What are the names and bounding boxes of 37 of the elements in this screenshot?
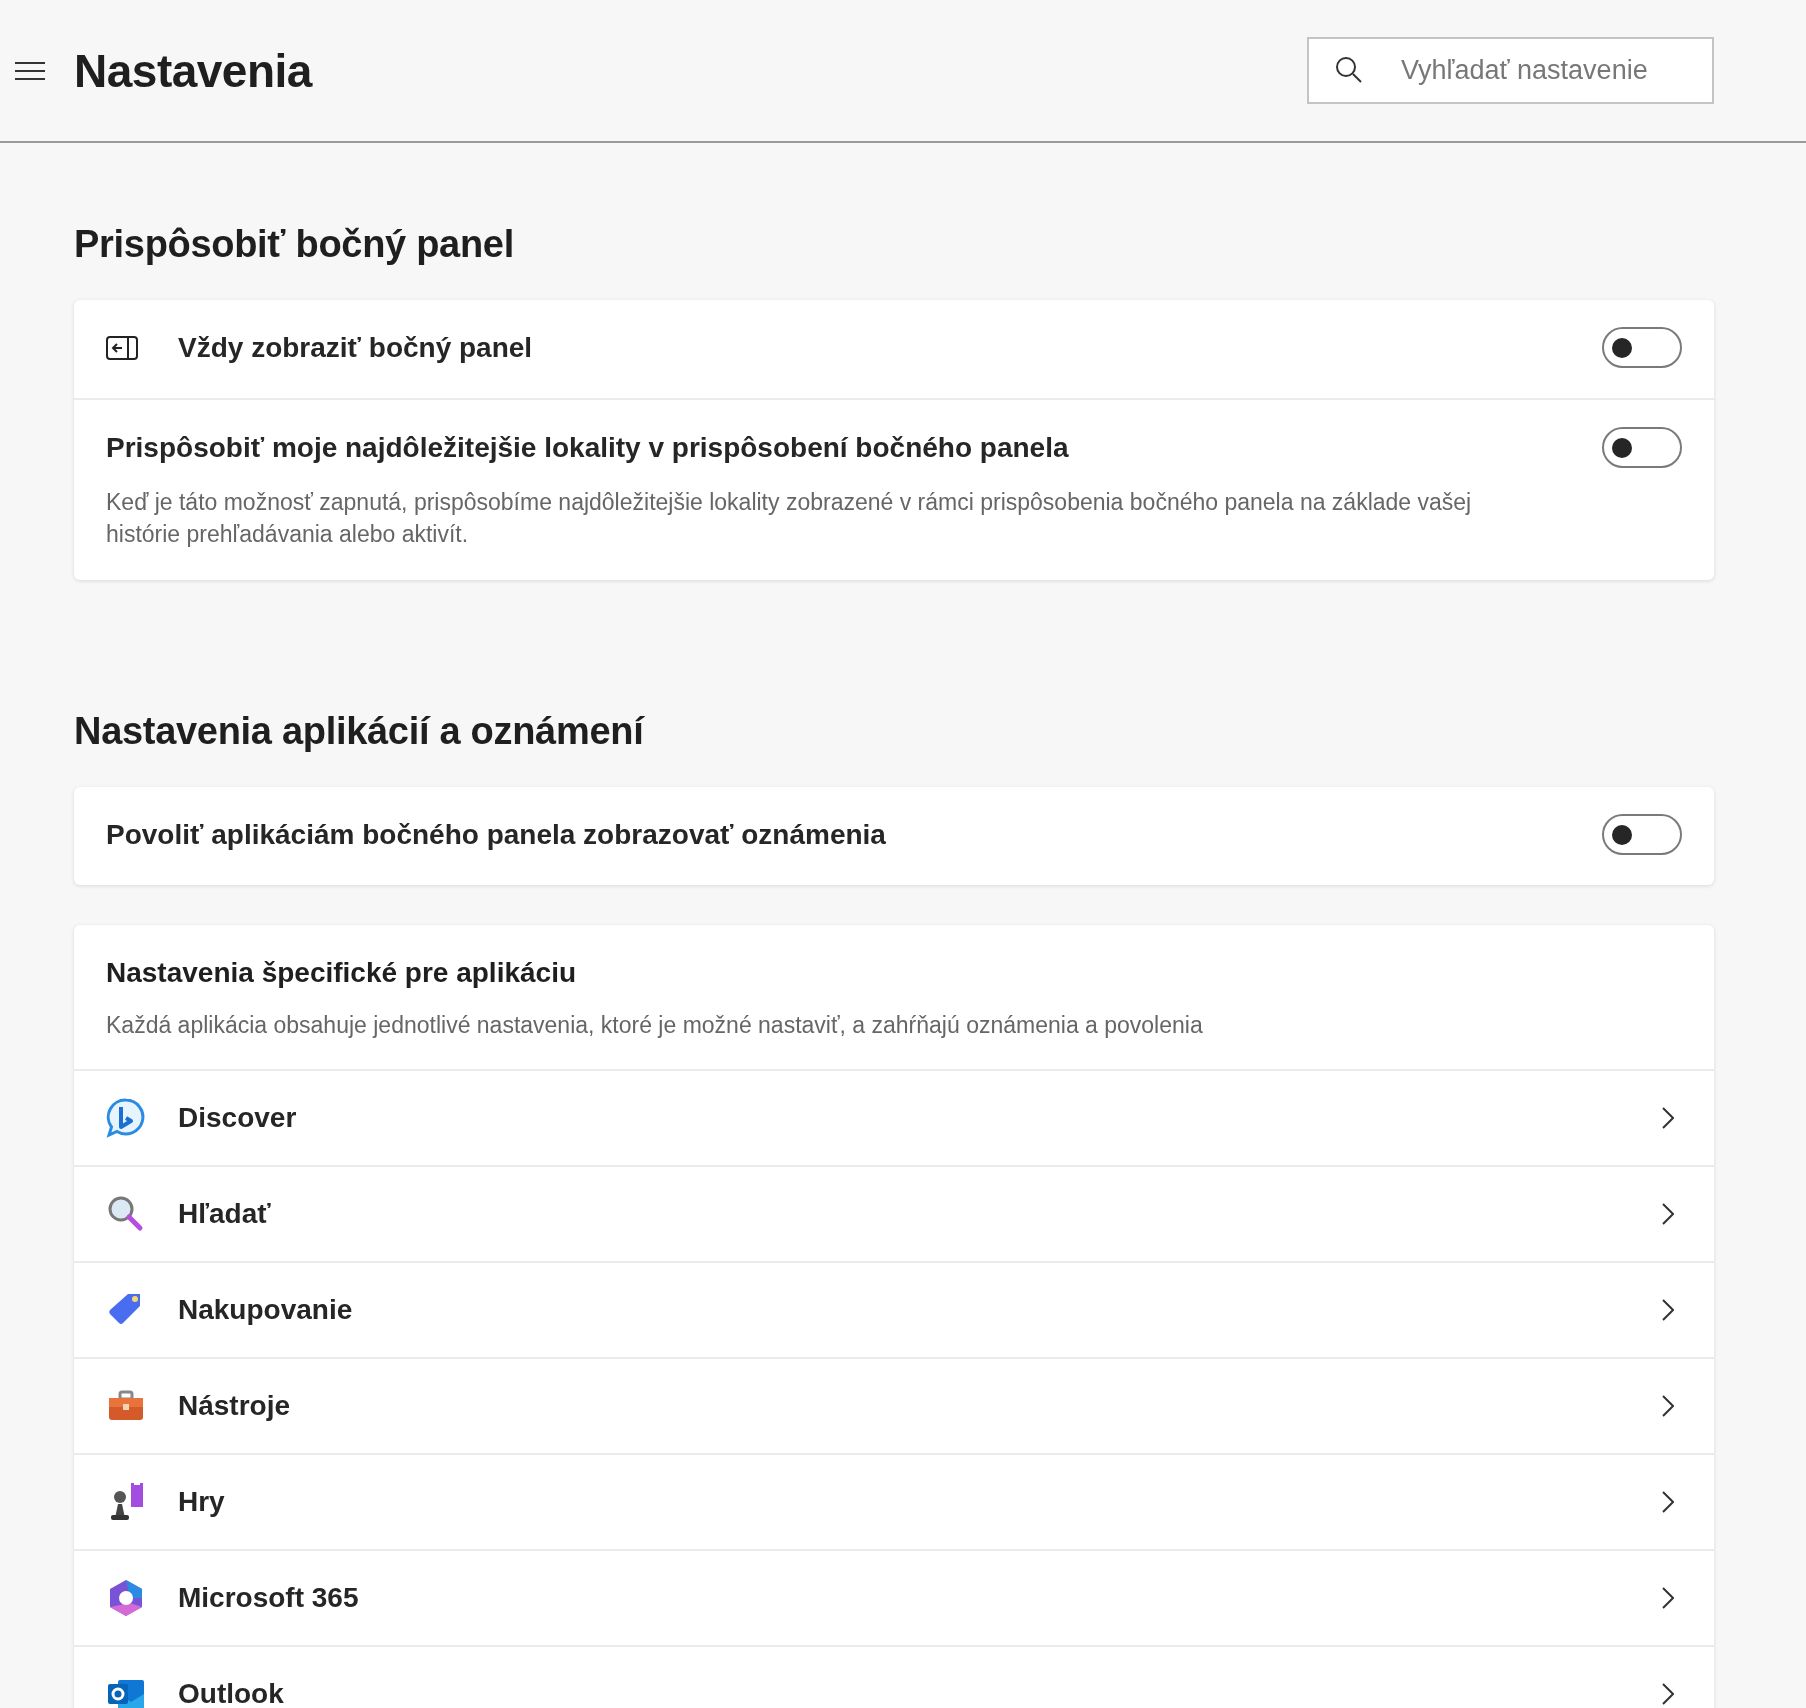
toggle-switch[interactable]	[1602, 427, 1682, 468]
chevron-right-icon	[1662, 1299, 1674, 1321]
app-list-item[interactable]: Discover	[74, 1069, 1714, 1165]
setting-label: Povoliť aplikáciám bočného panela zobrazovať oznámenia	[106, 818, 886, 851]
chevron-right-icon	[1662, 1587, 1674, 1609]
app-list-item[interactable]: Nakupovanie	[74, 1261, 1714, 1357]
section-heading: Nastavenia aplikácií a oznámení	[74, 710, 646, 753]
sidebar-panel-icon	[106, 335, 138, 360]
app-name: Nakupovanie	[178, 1294, 354, 1326]
toggle-switch[interactable]	[1602, 814, 1682, 855]
app-name: Outlook	[178, 1678, 285, 1708]
app-name: Hľadať	[178, 1198, 272, 1230]
chevron-right-icon	[1662, 1491, 1674, 1513]
page-title: Nastavenia	[74, 43, 312, 98]
search-field[interactable]: Vyhľadať nastavenie	[1307, 37, 1714, 104]
chevron-right-icon	[1662, 1107, 1674, 1129]
app-name: Hry	[178, 1486, 226, 1518]
app-list-item[interactable]: Nástroje	[74, 1357, 1714, 1453]
section-heading: Prispôsobiť bočný panel	[74, 223, 515, 266]
app-list-item[interactable]: Microsoft 365	[74, 1549, 1714, 1645]
chat-bubble-icon	[106, 1098, 146, 1138]
card-title: Nastavenia špecifické pre aplikáciu	[106, 957, 578, 989]
setting-description: Keď je táto možnosť zapnutá, prispôsobíme najdôležitejšie lokality zobrazené v rámci prispôsobenia bočného panela na základe vašej histórie prehľadávania alebo aktivít.	[106, 488, 1473, 549]
chevron-right-icon	[1662, 1203, 1674, 1225]
app-name: Microsoft 365	[178, 1582, 360, 1614]
setting-label: Prispôsobiť moje najdôležitejšie lokality v prispôsobení bočného panela	[106, 431, 1069, 464]
menu-button[interactable]	[14, 60, 46, 81]
toggle-switch[interactable]	[1602, 327, 1682, 368]
chevron-right-icon	[1662, 1395, 1674, 1417]
app-list-item[interactable]: Hľadať	[74, 1165, 1714, 1261]
card-description: Každá aplikácia obsahuje jednotlivé nastavenia, ktoré je možné nastaviť, a zahŕňajú oznámenia a povolenia	[106, 1011, 1204, 1040]
app-name: Nástroje	[178, 1390, 292, 1422]
app-name: Discover	[178, 1102, 298, 1134]
app-list-item[interactable]: Hry	[74, 1453, 1714, 1549]
setting-label: Vždy zobraziť bočný panel	[178, 331, 533, 364]
chevron-right-icon	[1662, 1683, 1674, 1705]
app-list-item[interactable]: Outlook	[74, 1645, 1714, 1708]
